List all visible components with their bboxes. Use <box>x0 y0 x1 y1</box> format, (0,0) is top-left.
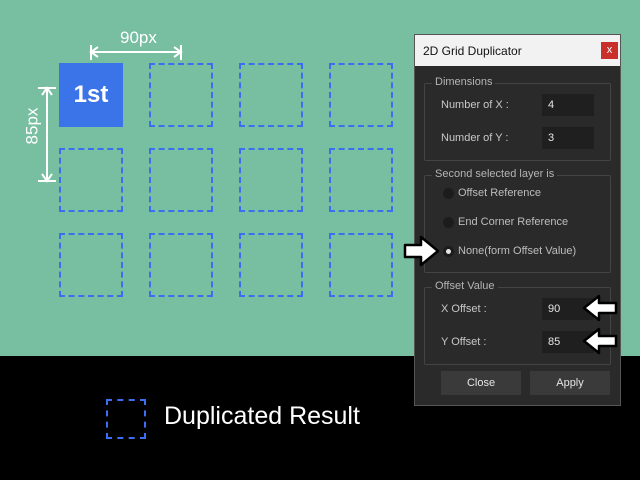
legend-swatch <box>106 399 146 439</box>
dimensions-group-title: Dimensions <box>432 76 496 88</box>
pointer-arrow-icon <box>582 294 618 322</box>
radio-end-corner-reference[interactable] <box>443 217 454 228</box>
number-of-x-input[interactable]: 4 <box>542 94 594 116</box>
close-icon[interactable]: x <box>601 42 618 59</box>
number-of-y-input[interactable]: 3 <box>542 127 594 149</box>
radio-label-none-offset-value[interactable]: None(form Offset Value) <box>458 245 576 257</box>
offset-value-group-title: Offset Value <box>432 280 498 292</box>
pointer-arrow-icon <box>403 235 440 267</box>
second-layer-group: Second selected layer is Offset Referenc… <box>424 168 611 273</box>
radio-label-offset-reference[interactable]: Offset Reference <box>458 187 541 199</box>
second-layer-group-title: Second selected layer is <box>432 168 558 180</box>
legend-text: Duplicated Result <box>164 402 360 430</box>
dimension-x-label: 90px <box>120 28 157 47</box>
apply-button[interactable]: Apply <box>530 371 610 395</box>
radio-offset-reference[interactable] <box>443 188 454 199</box>
number-of-x-label: Number of X : <box>441 99 509 111</box>
dialog-titlebar[interactable]: 2D Grid Duplicator x <box>415 35 620 66</box>
x-offset-label: X Offset : <box>441 303 487 315</box>
number-of-y-label: Numder of Y : <box>441 132 509 144</box>
dialog-title: 2D Grid Duplicator <box>423 44 522 58</box>
dimension-y-label: 85px <box>22 107 42 145</box>
y-offset-label: Y Offset : <box>441 336 487 348</box>
radio-label-end-corner-reference[interactable]: End Corner Reference <box>458 216 568 228</box>
pointer-arrow-icon <box>582 327 618 355</box>
dimensions-group: Dimensions Number of X : 4 Numder of Y :… <box>424 76 611 161</box>
close-button[interactable]: Close <box>441 371 521 395</box>
radio-none-offset-value[interactable] <box>443 246 454 257</box>
